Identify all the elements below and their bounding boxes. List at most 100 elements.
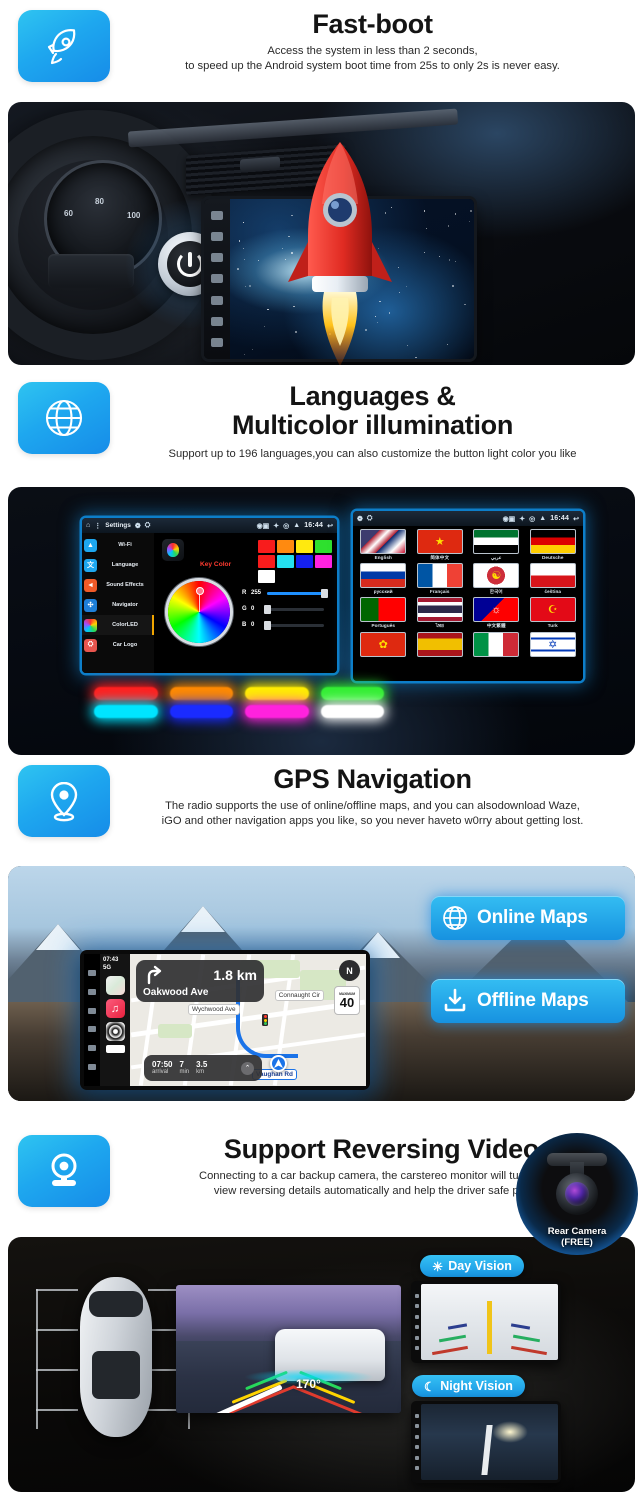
language-grid[interactable]: English ★ 简体中文 عربي Deutsche русский Français ☯…: [353, 526, 583, 681]
language-cell[interactable]: Português: [356, 597, 411, 630]
apps-icon[interactable]: ❁: [357, 515, 363, 523]
grid-icon[interactable]: ⛭: [367, 515, 373, 523]
back-icon[interactable]: ↩: [327, 522, 333, 530]
color-swatch[interactable]: [277, 555, 294, 568]
slider-knob[interactable]: [264, 621, 271, 630]
home-icon[interactable]: ⌂: [86, 522, 90, 529]
color-swatch[interactable]: [277, 540, 294, 553]
music-app-icon[interactable]: ♫: [106, 999, 125, 1018]
offline-maps-button[interactable]: Offline Maps: [431, 979, 625, 1023]
slider-value: 0: [251, 622, 264, 628]
bulb-icon[interactable]: [162, 539, 184, 561]
back-icon[interactable]: ↩: [573, 515, 579, 523]
chevron-up-icon[interactable]: ⌃: [241, 1062, 254, 1075]
color-wheel[interactable]: [168, 581, 230, 643]
rail-icon: [211, 317, 223, 326]
compass-button[interactable]: N: [339, 960, 360, 981]
language-cell[interactable]: [469, 632, 524, 658]
thailand-flag: [417, 597, 463, 622]
slider-knob[interactable]: [264, 605, 271, 614]
language-cell[interactable]: Deutsche: [526, 529, 581, 561]
language-cell[interactable]: عربي: [469, 529, 524, 561]
settings-nav-item-sound-effects[interactable]: ◄ Sound Effects: [82, 575, 154, 595]
settings-nav-item-wi-fi[interactable]: ▲ Wi-Fi: [82, 535, 154, 555]
language-name: 简体中文: [430, 555, 449, 561]
language-cell[interactable]: русский: [356, 563, 411, 595]
language-name: 한국어: [490, 589, 503, 595]
eta-arrival: 07:50 arrival: [152, 1061, 172, 1076]
language-name: Français: [430, 589, 450, 594]
feature-subtitle-line1: Access the system in less than 2 seconds…: [110, 44, 635, 59]
settings-nav-label: Car Logo: [100, 642, 154, 648]
color-swatch[interactable]: [315, 555, 332, 568]
language-cell[interactable]: Français: [413, 563, 468, 595]
czech-flag: [530, 563, 576, 588]
uae-flag: [473, 529, 519, 554]
rail-icon: [211, 232, 223, 241]
rgb-slider-b[interactable]: B0: [242, 617, 324, 633]
night-vision-image: [421, 1404, 558, 1480]
star: [469, 221, 470, 222]
language-name: 中文繁體: [487, 623, 506, 629]
eta-arrival-label: arrival: [152, 1069, 172, 1075]
gauge-tick-100: 100: [127, 211, 140, 220]
menu-icon[interactable]: ⋮: [94, 522, 101, 530]
language-cell[interactable]: ☪ Turk: [526, 597, 581, 630]
color-swatch[interactable]: [258, 555, 275, 568]
color-swatch[interactable]: [315, 540, 332, 553]
online-maps-button[interactable]: Online Maps: [431, 896, 625, 940]
rear-camera-badge: Rear Camera (FREE): [516, 1133, 638, 1255]
star: [455, 261, 456, 262]
taiwan-flag: ☼: [473, 597, 519, 622]
rgb-sliders[interactable]: R 255 G 0 B 0: [242, 585, 324, 633]
israel-flag: ✡: [530, 632, 576, 657]
star: [249, 285, 251, 287]
media-icon: ◉▣: [503, 515, 516, 523]
rgb-slider-g[interactable]: G0: [242, 601, 324, 617]
language-cell[interactable]: ✿: [356, 632, 411, 658]
settings-nav-item-navigator[interactable]: ✣ Navigator: [82, 595, 154, 615]
page-title-languages-line2: Multicolor illumination: [110, 411, 635, 440]
maps-app-icon[interactable]: [106, 976, 125, 995]
rail-icon: [211, 296, 223, 305]
language-cell[interactable]: ✡: [526, 632, 581, 658]
color-swatch[interactable]: [258, 570, 275, 583]
led-pill: [170, 705, 234, 718]
language-cell[interactable]: [413, 632, 468, 658]
language-cell[interactable]: čeština: [526, 563, 581, 595]
slider-track[interactable]: [267, 592, 324, 595]
language-cell[interactable]: English: [356, 529, 411, 561]
color-swatch[interactable]: [296, 540, 313, 553]
star: [258, 260, 259, 261]
slider-track[interactable]: [267, 624, 324, 627]
rear-camera-illustration: [547, 1153, 607, 1215]
settings-nav-item-language[interactable]: 文 Language: [82, 555, 154, 575]
star: [239, 240, 240, 241]
settings-app-icon[interactable]: [106, 1022, 125, 1041]
led-pill: [94, 687, 158, 700]
language-cell[interactable]: ไทย: [413, 597, 468, 630]
map-view[interactable]: 1.8 km Oakwood Ave N MAXIMUM 40 Connaugh…: [130, 954, 366, 1086]
color-swatch-grid[interactable]: [258, 540, 332, 583]
page-title-gps: GPS Navigation: [110, 765, 635, 794]
eta-card: 07:50 arrival 7 min 3.5 km ⌃: [144, 1055, 262, 1081]
slider-knob[interactable]: [321, 589, 328, 598]
star: [470, 210, 472, 212]
grid-icon[interactable]: ⛭: [145, 522, 151, 530]
settings-nav-label: Wi-Fi: [100, 542, 154, 548]
turkey-flag: ☪: [530, 597, 576, 622]
color-swatch[interactable]: [296, 555, 313, 568]
apps-icon[interactable]: ❁: [135, 522, 141, 530]
slider-value: 0: [251, 606, 264, 612]
color-swatch[interactable]: [258, 540, 275, 553]
language-cell[interactable]: ☼ 中文繁體: [469, 597, 524, 630]
rail-icon: [88, 989, 96, 995]
settings-nav-item-car-logo[interactable]: ⛭ Car Logo: [82, 635, 154, 655]
rgb-slider-r[interactable]: R 255: [242, 585, 324, 601]
settings-nav-item-colorled[interactable]: ColorLED: [82, 615, 154, 635]
slider-track[interactable]: [267, 608, 324, 611]
language-cell[interactable]: ☯ 한국어: [469, 563, 524, 595]
language-cell[interactable]: ★ 简体中文: [413, 529, 468, 561]
colorled-settings-screen: ⌂ ⋮ Settings ❁ ⛭ ◉▣ ✦ ◎ ▲ 16:44 ↩ ▲ Wi-Fi…: [82, 518, 337, 673]
spain-flag: [417, 632, 463, 657]
